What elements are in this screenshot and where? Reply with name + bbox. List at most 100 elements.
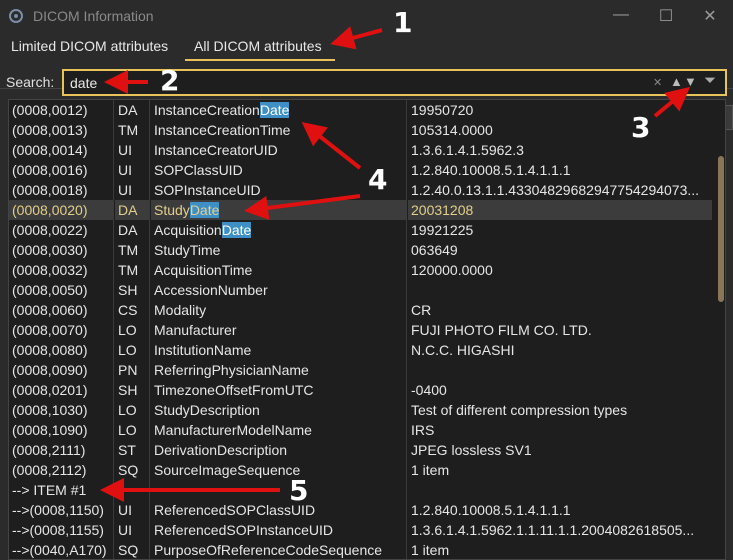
tag-cell: (0008,0080) <box>12 342 88 358</box>
value-cell <box>408 280 712 300</box>
previous-match-button[interactable]: ▲ <box>670 74 683 89</box>
value-cell: 063649 <box>411 242 458 258</box>
vr-cell: SQ <box>118 462 139 478</box>
table-row[interactable]: -->(0008,1155) UI ReferencedSOPInstanceUID… <box>9 520 712 540</box>
table-row[interactable]: (0008,0032) TM AcquisitionTime 120000.0000 <box>9 260 712 280</box>
tag-cell: (0008,1090) <box>12 422 88 438</box>
name-text: StudyTime <box>154 242 221 258</box>
vr-cell: TM <box>118 262 139 278</box>
name-cell: AccessionNumber <box>151 280 407 300</box>
name-text: DerivationDescription <box>154 442 288 458</box>
tag-cell: -->(0040,A170) <box>12 542 107 558</box>
vr-cell: SH <box>118 382 138 398</box>
table-row[interactable]: --> ITEM #1 <box>9 480 712 500</box>
tag-cell: (0008,0022) <box>12 222 88 238</box>
table-row[interactable]: (0008,0018) UI SOPInstanceUID 1.2.40.0.13.1… <box>9 180 712 200</box>
table-row[interactable]: (0008,1090) LO ManufacturerModelName IRS <box>9 420 712 440</box>
table-row[interactable]: (0008,0201) SH TimezoneOffsetFromUTC -0400 <box>9 380 712 400</box>
tag-cell: (0008,0030) <box>12 242 88 258</box>
value-cell: FUJI PHOTO FILM CO. LTD. <box>411 322 592 338</box>
table-row[interactable]: -->(0040,A170) SQ PurposeOfReferenceCodeSe… <box>9 540 712 559</box>
tab-limited-attributes[interactable]: Limited DICOM attributes <box>11 38 168 61</box>
name-cell: SourceImageSequence <box>151 460 407 480</box>
table-row[interactable]: (0008,0020) DA StudyDate 20031208 <box>9 200 712 220</box>
name-cell: StudyDate <box>151 200 407 220</box>
value-cell: JPEG lossless SV1 <box>411 442 532 458</box>
name-text: SourceImageSequence <box>154 462 301 478</box>
vr-cell: DA <box>115 200 149 220</box>
table-row[interactable]: (0008,0016) UI SOPClassUID 1.2.840.10008.5.… <box>9 160 712 180</box>
scrollbar-thumb[interactable] <box>718 156 724 302</box>
name-cell: InstanceCreationTime <box>151 120 407 140</box>
search-input[interactable] <box>70 74 630 92</box>
vr-cell: SH <box>118 282 138 298</box>
tag-cell: (0008,0032) <box>12 262 88 278</box>
name-cell: StudyDescription <box>151 400 407 420</box>
name-text: Modality <box>154 302 207 318</box>
name-text: ReferencedSOPInstanceUID <box>154 522 333 538</box>
tag-cell: (0008,0060) <box>12 302 88 318</box>
tag-cell: (0008,2111) <box>12 442 86 458</box>
table-row[interactable]: (0008,0022) DA AcquisitionDate 19921225 <box>9 220 712 240</box>
name-cell: TimezoneOffsetFromUTC <box>151 380 407 400</box>
table-row[interactable]: (0008,0060) CS Modality CR <box>9 300 712 320</box>
table-row[interactable]: (0008,1030) LO StudyDescription Test of dif… <box>9 400 712 420</box>
table-row[interactable]: (0008,0090) PN ReferringPhysicianName <box>9 360 712 380</box>
tag-cell: -->(0008,1155) <box>12 522 104 538</box>
table-row[interactable]: (0008,0014) UI InstanceCreatorUID 1.3.6.1.4… <box>9 140 712 160</box>
tab-all-attributes[interactable]: All DICOM attributes <box>185 38 335 61</box>
table-row[interactable]: (0008,2112) SQ SourceImageSequence 1 item <box>9 460 712 480</box>
value-cell: 120000.0000 <box>411 262 493 278</box>
tag-cell: --> ITEM #1 <box>12 482 87 498</box>
annotation-4: 4 <box>368 163 388 196</box>
maximize-button[interactable]: ☐ <box>656 6 676 26</box>
vr-cell: DA <box>118 222 138 238</box>
search-match-highlight: Date <box>221 222 252 238</box>
table-row[interactable]: (0008,2111) ST DerivationDescription JPEG l… <box>9 440 712 460</box>
tag-cell: -->(0008,1150) <box>12 502 104 518</box>
name-cell: DerivationDescription <box>151 440 407 460</box>
app-icon <box>9 9 23 23</box>
vr-cell: LO <box>118 342 137 358</box>
table-row[interactable]: (0008,0050) SH AccessionNumber <box>9 280 712 300</box>
name-text: InstanceCreatorUID <box>154 142 278 158</box>
vr-cell: TM <box>118 122 139 138</box>
vr-cell: UI <box>118 162 132 178</box>
close-button[interactable]: ✕ <box>700 6 720 26</box>
scrollbar[interactable] <box>716 100 725 559</box>
table-row[interactable]: (0008,0012) DA InstanceCreationDate 1995072… <box>9 100 712 120</box>
name-cell: StudyTime <box>151 240 407 260</box>
value-cell: 19950720 <box>411 102 474 118</box>
tag-cell: (0008,0012) <box>12 102 88 118</box>
name-cell: InstanceCreatorUID <box>151 140 407 160</box>
name-cell: InstanceCreationDate <box>151 100 407 120</box>
value-cell <box>408 360 712 380</box>
filter-icon[interactable]: ⏷ <box>704 72 716 89</box>
table-row[interactable]: (0008,0013) TM InstanceCreationTime 105314.… <box>9 120 712 140</box>
value-cell: 1.2.840.10008.5.1.4.1.1.1 <box>411 502 571 518</box>
vr-cell: SQ <box>118 542 139 558</box>
tag-cell: (0008,0201) <box>12 382 88 398</box>
name-text: Manufacturer <box>154 322 237 338</box>
name-text: InstanceCreationTime <box>154 122 291 138</box>
value-cell: CR <box>411 302 432 318</box>
clear-search-icon[interactable]: ✕ <box>653 76 662 89</box>
vr-cell: UI <box>118 522 132 538</box>
vr-cell: LO <box>118 322 137 338</box>
vr-cell: TM <box>118 242 139 258</box>
annotation-3: 3 <box>631 111 651 144</box>
name-cell: PurposeOfReferenceCodeSequence <box>151 540 407 559</box>
minimize-button[interactable]: — <box>611 6 631 24</box>
vr-cell: UI <box>118 142 132 158</box>
vr-cell: PN <box>118 362 138 378</box>
name-text: SOPClassUID <box>154 162 243 178</box>
value-cell: N.C.C. HIGASHI <box>411 342 515 358</box>
table-row[interactable]: (0008,0030) TM StudyTime 063649 <box>9 240 712 260</box>
next-match-button[interactable]: ▼ <box>684 74 697 89</box>
table-row[interactable]: (0008,0070) LO Manufacturer FUJI PHOTO FILM… <box>9 320 712 340</box>
tag-cell: (0008,0018) <box>12 182 88 198</box>
title-bar: DICOM Information — ☐ ✕ <box>0 0 733 32</box>
table-row[interactable]: (0008,0080) LO InstitutionName N.C.C. HIGAS… <box>9 340 712 360</box>
name-cell: ReferencedSOPClassUID <box>151 500 407 520</box>
table-row[interactable]: -->(0008,1150) UI ReferencedSOPClassUID 1.2… <box>9 500 712 520</box>
